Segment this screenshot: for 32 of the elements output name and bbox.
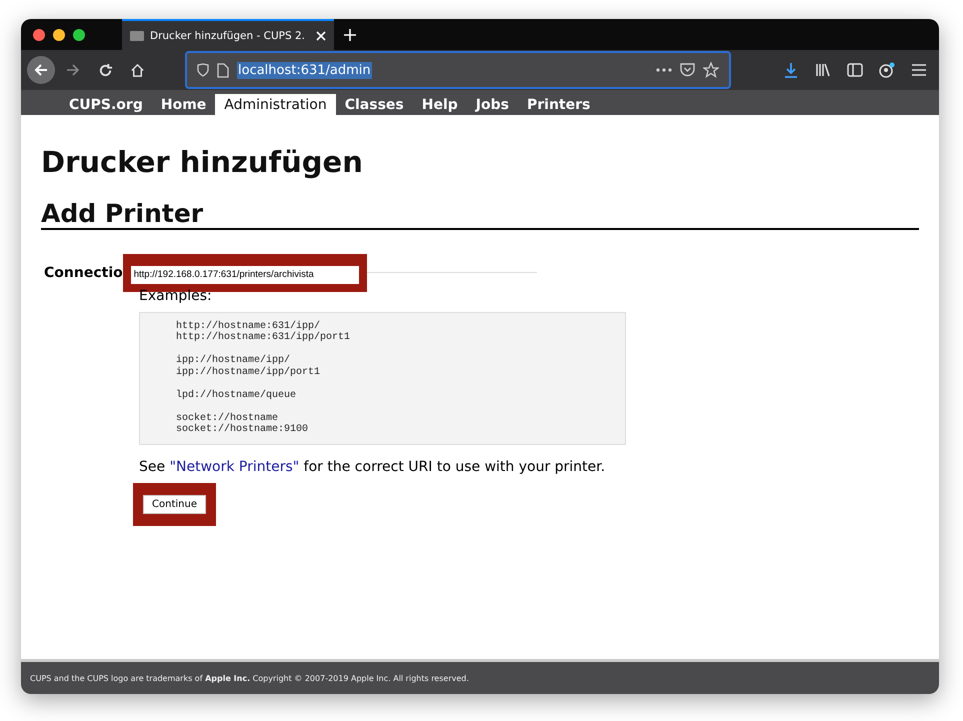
more-icon[interactable] (656, 68, 672, 72)
nav-link[interactable]: Classes (336, 94, 413, 115)
shield-icon[interactable] (197, 63, 209, 77)
section-heading: Add Printer (41, 199, 919, 230)
url-text: localhost:631/admin (237, 62, 372, 78)
nav-link[interactable]: CUPS.org (60, 94, 152, 115)
favicon-icon (130, 30, 144, 40)
back-icon[interactable] (27, 56, 55, 84)
uri-hint: See "Network Printers" for the correct URI to use with your printer. (139, 458, 606, 474)
nav-link[interactable]: Home (152, 94, 216, 115)
footer-text: CUPS and the CUPS logo are trademarks of Apple Inc. Copyright © 2007-2019 Apple Inc. All rights reserved. (30, 674, 469, 682)
nav-link[interactable]: Printers (518, 94, 600, 115)
close-dot-icon[interactable] (33, 28, 45, 40)
examples-code: http://hostname:631/ipp/ http://hostname:631/ipp/port1 ipp://hostname/ipp/ ipp://hostname/ipp/port1 lpd://hostname/queue socket://hostname socket://hostname:9100 (139, 312, 626, 444)
network-printers-link[interactable]: "Network Printers" (170, 458, 300, 474)
close-icon[interactable] (316, 30, 326, 40)
nav-link[interactable]: Administration (215, 94, 336, 115)
nav-link[interactable]: Help (412, 94, 467, 115)
nav-link[interactable]: Jobs (466, 94, 518, 115)
browser-tab[interactable]: Drucker hinzufügen - CUPS 2. (122, 19, 334, 50)
connection-field[interactable]: http://192.168.0.177:631/printers/archivista (130, 266, 359, 284)
plus-icon[interactable] (344, 28, 356, 40)
page-title: Drucker hinzufügen (41, 145, 364, 179)
address-bar[interactable]: localhost:631/admin (185, 51, 731, 89)
examples-label: Examples: (139, 288, 213, 304)
connection-label: Connectio (43, 264, 123, 281)
pocket-icon[interactable] (680, 63, 695, 77)
page-icon (217, 62, 229, 78)
zoom-dot-icon[interactable] (73, 28, 85, 40)
minimize-dot-icon[interactable] (53, 28, 65, 40)
continue-button[interactable]: Continue (143, 494, 206, 514)
star-icon[interactable] (703, 62, 719, 78)
